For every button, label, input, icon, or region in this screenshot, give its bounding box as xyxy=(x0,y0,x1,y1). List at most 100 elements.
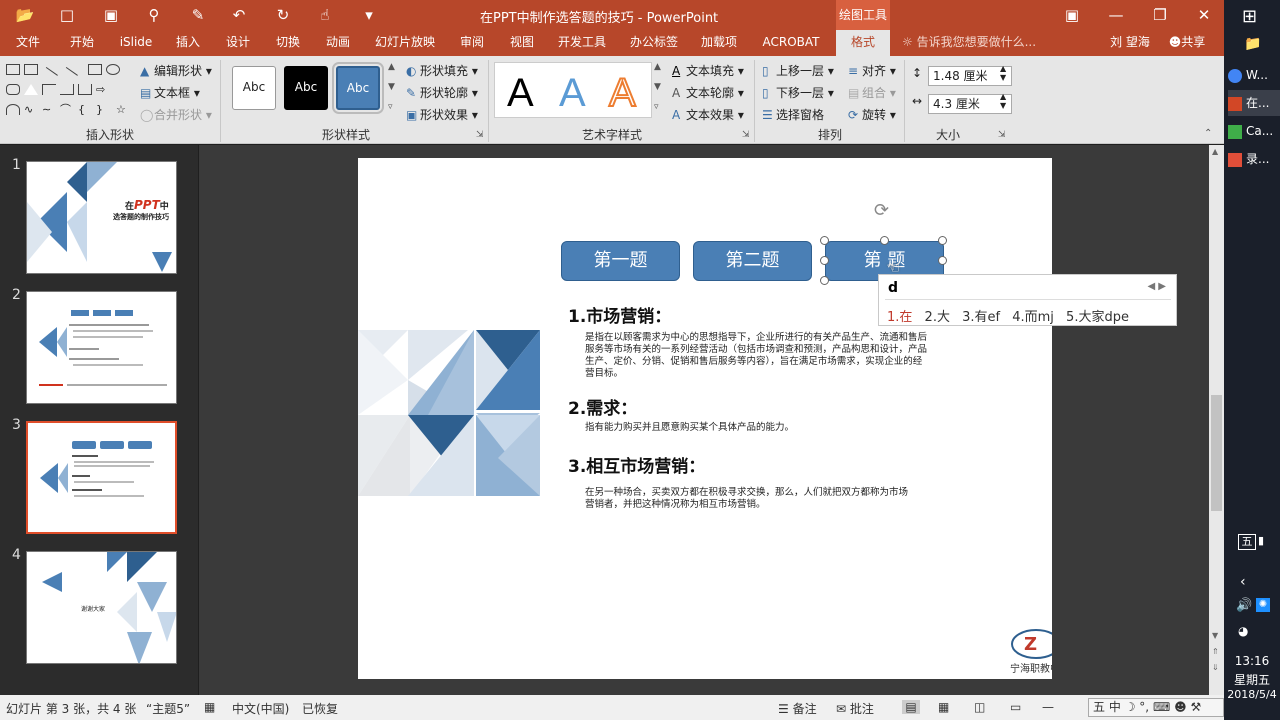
shape-style-white[interactable]: Abc xyxy=(232,66,276,110)
print-preview-icon[interactable]: ⚲ xyxy=(143,4,165,26)
ime-toggle-icon[interactable]: ▮ xyxy=(1258,534,1264,547)
ime-candidate-3[interactable]: 3.有ef xyxy=(962,310,1000,325)
accessibility-icon[interactable]: ▦ xyxy=(204,700,215,714)
text-fill-button[interactable]: A 文本填充 ▾ xyxy=(672,62,744,79)
taskbar-chrome[interactable]: W... xyxy=(1228,62,1280,88)
arrow-shape-icon[interactable] xyxy=(60,66,78,85)
notes-button[interactable]: ☰ 备注 xyxy=(778,700,817,717)
tab-home[interactable]: 开始 xyxy=(62,30,102,56)
right-brace-shape-icon[interactable]: } xyxy=(96,104,110,115)
rotate-handle-icon[interactable]: ⟳ xyxy=(874,200,889,221)
slideshow-view-icon[interactable]: ▭ xyxy=(1010,700,1021,714)
tab-slideshow[interactable]: 幻灯片放映 xyxy=(370,30,440,56)
ime-user-icon[interactable]: ☻ xyxy=(1174,700,1187,714)
shape-style-blue-selected[interactable]: Abc xyxy=(332,62,384,114)
wordart-black[interactable]: A xyxy=(507,71,534,116)
question-2-button[interactable]: 第二题 xyxy=(693,241,812,281)
tab-acrobat[interactable]: ACROBAT xyxy=(756,30,826,56)
tab-animations[interactable]: 动画 xyxy=(318,30,358,56)
ribbon-display-options-icon[interactable]: ▣ xyxy=(1052,0,1092,30)
scroll-up-arrow-icon[interactable]: ▲ xyxy=(1212,147,1218,156)
tab-insert[interactable]: 插入 xyxy=(168,30,208,56)
shape-effect-button[interactable]: ▣ 形状效果 ▾ xyxy=(406,106,478,123)
tab-addins[interactable]: 加载项 xyxy=(696,30,742,56)
oval-shape-icon[interactable] xyxy=(106,64,120,75)
wordart-scroll-down[interactable]: ▼ xyxy=(654,82,661,92)
resize-handle-e[interactable] xyxy=(938,256,947,265)
normal-view-icon[interactable]: ▤ xyxy=(902,700,920,714)
customize-toolbar-icon[interactable]: ▾ xyxy=(358,4,380,26)
width-spinner[interactable]: ▲ ▼ xyxy=(1000,92,1006,110)
slide-sorter-icon[interactable]: ▦ xyxy=(938,700,949,714)
wordart-launcher-icon[interactable]: ⇲ xyxy=(742,130,750,140)
ime-candidate-window[interactable]: d ◀ ▶ 1.在 2.大 3.有ef 4.而mj 5.大家dpe xyxy=(878,274,1177,326)
tab-office-tab[interactable]: 办公标签 xyxy=(624,30,684,56)
tab-view[interactable]: 视图 xyxy=(502,30,542,56)
ime-keyboard-icon[interactable]: ⌨ xyxy=(1153,700,1170,714)
tab-islide[interactable]: iSlide xyxy=(114,30,158,56)
wordart-orange-outline[interactable]: A xyxy=(608,70,637,116)
tab-developer[interactable]: 开发工具 xyxy=(552,30,612,56)
taskbar-recorder[interactable]: 录... xyxy=(1228,146,1280,172)
zoom-out-icon[interactable]: — xyxy=(1042,700,1054,714)
windows-start-icon[interactable]: ⊞ xyxy=(1242,6,1257,27)
slide-thumbnail-4[interactable]: 谢谢大家 xyxy=(26,551,177,664)
rounded-rect-shape-icon[interactable] xyxy=(6,84,20,95)
arc-shape-icon[interactable]: ⌒ xyxy=(60,104,74,115)
ime-status-toolbar[interactable]: 五 中 ☽ °, ⌨ ☻ ⚒ xyxy=(1088,698,1224,717)
reading-view-icon[interactable]: ◫ xyxy=(974,700,985,714)
ime-punct-icon[interactable]: °, xyxy=(1139,700,1149,714)
resize-handle-w[interactable] xyxy=(820,256,829,265)
comments-button[interactable]: ✉ 批注 xyxy=(836,700,874,717)
share-button[interactable]: ☻共享 xyxy=(1162,30,1212,56)
ime-mode-indicator[interactable]: 五 xyxy=(1238,534,1256,550)
format-painter-icon[interactable]: ✎ xyxy=(187,4,209,26)
wordart-more[interactable]: ▿ xyxy=(654,102,659,112)
new-file-icon[interactable]: □ xyxy=(56,4,78,26)
ime-candidate-4[interactable]: 4.而mj xyxy=(1012,310,1054,325)
resize-handle-ne[interactable] xyxy=(938,236,947,245)
language-status[interactable]: 中文(中国) xyxy=(232,700,289,717)
scroll-down-arrow-icon[interactable]: ▼ xyxy=(1212,631,1218,640)
taskbar-powerpoint[interactable]: 在... xyxy=(1228,90,1280,116)
slide-canvas[interactable]: 第一题 第二题 第 题 ⟳ 1.市场营销： 是指在以顾客需求为中心的思想指导下，… xyxy=(358,158,1052,679)
bluetooth-tray-icon[interactable]: ✺ xyxy=(1256,598,1270,612)
tab-file[interactable]: 文件 xyxy=(8,30,48,56)
freeform-shape-icon[interactable] xyxy=(6,104,20,115)
height-spinner[interactable]: ▲ ▼ xyxy=(1000,64,1006,82)
wordart-gallery[interactable]: A A A xyxy=(494,62,652,118)
restore-button[interactable]: ❐ xyxy=(1140,0,1180,30)
slide-thumbnail-2[interactable] xyxy=(26,291,177,404)
ime-chinese-icon[interactable]: 中 xyxy=(1109,700,1121,714)
ime-settings-icon[interactable]: ⚒ xyxy=(1190,700,1201,714)
tab-transitions[interactable]: 切换 xyxy=(268,30,308,56)
undo-icon[interactable]: ↶ xyxy=(228,4,250,26)
elbow-connector-shape-icon[interactable] xyxy=(42,84,56,95)
wordart-blue[interactable]: A xyxy=(559,71,586,116)
slide-thumbnail-1[interactable]: 在PPT中 选答题的制作技巧 xyxy=(26,161,177,274)
connector-shape-icon[interactable] xyxy=(60,84,74,95)
ime-mode-icon[interactable]: 五 xyxy=(1093,700,1105,714)
taskbar-camtasia[interactable]: Ca... xyxy=(1228,118,1280,144)
tab-format[interactable]: 格式 xyxy=(836,30,890,56)
vertical-scrollbar[interactable]: ▲ ▼ ⇑ ⇓ xyxy=(1209,145,1224,695)
selection-pane-button[interactable]: ☰ 选择窗格 xyxy=(762,106,824,123)
shape-styles-launcher-icon[interactable]: ⇲ xyxy=(476,130,484,140)
ime-halfwidth-icon[interactable]: ☽ xyxy=(1125,700,1136,714)
triangle-shape-icon[interactable] xyxy=(24,84,38,95)
slide-thumbnail-3-selected[interactable] xyxy=(26,421,177,534)
close-button[interactable]: ✕ xyxy=(1184,0,1224,30)
resize-handle-sw[interactable] xyxy=(820,276,829,285)
redo-icon[interactable]: ↻ xyxy=(272,4,294,26)
wifi-icon[interactable]: ◕ xyxy=(1238,624,1248,638)
bracket-shape-icon[interactable] xyxy=(78,84,92,95)
scribble-shape-icon[interactable]: ∼ xyxy=(42,104,56,115)
save-folder-icon[interactable]: 📂 xyxy=(14,4,36,26)
group-button[interactable]: ▤ 组合 ▾ xyxy=(848,84,896,101)
textbox-shape-icon[interactable] xyxy=(6,64,20,75)
shape-style-black[interactable]: Abc xyxy=(284,66,328,110)
star-shape-icon[interactable]: ☆ xyxy=(116,104,130,115)
edit-shape-button[interactable]: ▲ 编辑形状 ▾ xyxy=(140,62,212,79)
rectangle-shape-icon[interactable] xyxy=(88,64,102,75)
ime-candidate-2[interactable]: 2.大 xyxy=(925,310,950,325)
